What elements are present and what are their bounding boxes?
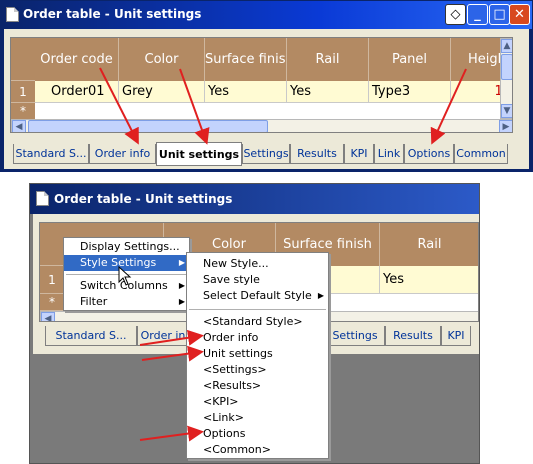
mouse-cursor-icon (118, 266, 132, 286)
cell-order-code[interactable]: Order01 (35, 81, 119, 103)
menu-item-filter[interactable]: Filter ▶ (64, 294, 189, 310)
menu-item-unit-settings[interactable]: Unit settings (187, 346, 328, 362)
column-header-order-code[interactable]: Order code (35, 38, 119, 81)
cell-rail[interactable]: Yes (380, 266, 478, 294)
column-header-panel[interactable]: Panel (369, 38, 451, 81)
new-row-marker[interactable]: * (40, 294, 64, 311)
menu-item-standard-style[interactable]: <Standard Style> (187, 314, 328, 330)
submenu-arrow-icon: ▶ (178, 258, 185, 267)
tab-link[interactable]: Link (374, 144, 404, 164)
vertical-scrollbar[interactable]: ▲ ▼ (500, 38, 512, 119)
tab-kpi[interactable]: KPI (441, 326, 471, 346)
document-icon (6, 7, 19, 22)
row-number[interactable]: 1 (40, 266, 64, 294)
tab-options[interactable]: Options (404, 144, 454, 164)
column-header-rail[interactable]: Rail (380, 223, 478, 266)
menu-item-options[interactable]: Options (187, 426, 328, 442)
scroll-left-icon[interactable]: ◀ (12, 120, 26, 132)
tab-settings[interactable]: Settings (242, 144, 290, 164)
menu-item-display-settings[interactable]: Display Settings... (64, 239, 189, 255)
data-grid: Order code Color Surface finish Rail Pan… (10, 37, 513, 133)
menu-separator (189, 309, 326, 310)
scroll-up-icon[interactable]: ▲ (501, 39, 512, 53)
tab-standard-style[interactable]: Standard S... (13, 144, 89, 164)
tab-settings[interactable]: Settings (325, 326, 385, 346)
cell-panel[interactable]: Type3 (369, 81, 451, 103)
cell-color[interactable]: Grey (119, 81, 205, 103)
menu-item-select-default-style[interactable]: Select Default Style ▶ (187, 288, 328, 304)
menu-item-common[interactable]: <Common> (187, 442, 328, 458)
diamond-icon[interactable]: ◇ (445, 4, 466, 25)
menu-item-results[interactable]: <Results> (187, 378, 328, 394)
style-submenu: New Style... Save style Select Default S… (186, 252, 329, 459)
tab-common[interactable]: Common (454, 144, 508, 164)
window-title: Order table - Unit settings (23, 7, 202, 21)
close-button[interactable]: ✕ (509, 4, 530, 25)
scroll-down-icon[interactable]: ▼ (501, 104, 512, 118)
new-row-marker[interactable]: * (11, 103, 35, 120)
column-header-color[interactable]: Color (119, 38, 205, 81)
column-header-surface-finish[interactable]: Surface finish (205, 38, 287, 81)
menu-item-new-style[interactable]: New Style... (187, 256, 328, 272)
cell-rail[interactable]: Yes (287, 81, 369, 103)
document-icon (36, 191, 49, 206)
menu-item-link[interactable]: <Link> (187, 410, 328, 426)
menu-item-order-info[interactable]: Order info (187, 330, 328, 346)
tab-results[interactable]: Results (385, 326, 441, 346)
tab-order-info[interactable]: Order in (137, 326, 189, 346)
title-bar[interactable]: Order table - Unit settings ◇ _ □ ✕ (1, 1, 532, 29)
submenu-arrow-icon: ▶ (178, 297, 185, 306)
horizontal-scrollbar[interactable]: ◀ ▶ (11, 119, 512, 132)
title-bar-2[interactable]: Order table - Unit settings (30, 184, 479, 214)
tab-standard-style[interactable]: Standard S... (45, 326, 137, 346)
row-number[interactable]: 1 (11, 81, 35, 103)
maximize-button[interactable]: □ (489, 4, 510, 25)
corner-header (40, 223, 64, 266)
submenu-arrow-icon: ▶ (317, 291, 324, 300)
cell-surface-finish[interactable]: Yes (205, 81, 287, 103)
scroll-left-icon[interactable]: ◀ (41, 312, 55, 321)
tab-results[interactable]: Results (290, 144, 344, 164)
submenu-arrow-icon: ▶ (178, 281, 185, 290)
column-header-rail[interactable]: Rail (287, 38, 369, 81)
menu-item-kpi[interactable]: <KPI> (187, 394, 328, 410)
scroll-right-icon[interactable]: ▶ (499, 120, 512, 132)
menu-item-save-style[interactable]: Save style (187, 272, 328, 288)
tab-order-info[interactable]: Order info (89, 144, 156, 164)
horizontal-scroll-thumb[interactable] (28, 120, 268, 132)
menu-item-settings[interactable]: <Settings> (187, 362, 328, 378)
tab-unit-settings[interactable]: Unit settings (156, 142, 242, 166)
corner-header (11, 38, 35, 81)
tab-kpi[interactable]: KPI (344, 144, 374, 164)
window-title-2: Order table - Unit settings (54, 192, 233, 206)
cell-trail[interactable]: T (476, 266, 478, 294)
order-table-window: Order table - Unit settings ◇ _ □ ✕ Orde… (0, 0, 533, 172)
vertical-scroll-thumb[interactable] (501, 54, 512, 80)
window-client: Order code Color Surface finish Rail Pan… (4, 29, 529, 169)
minimize-button[interactable]: _ (467, 4, 488, 25)
